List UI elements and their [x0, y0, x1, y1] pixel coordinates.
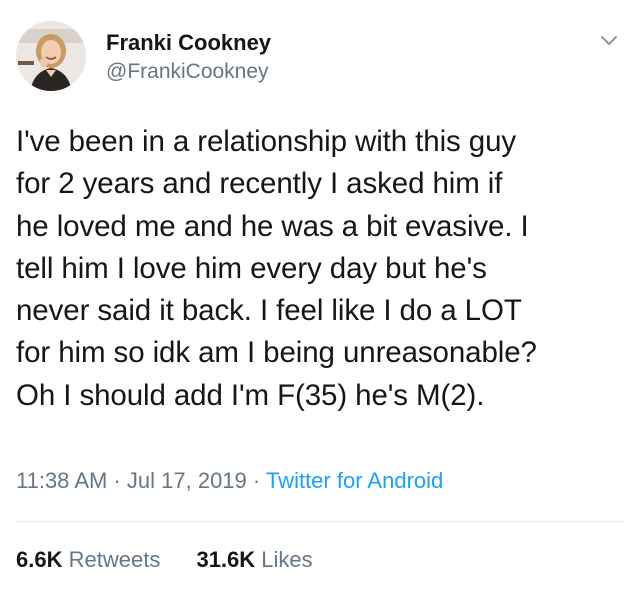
chevron-down-icon [601, 36, 617, 45]
avatar[interactable] [16, 21, 86, 91]
tweet-stats: 6.6K Retweets 31.6K Likes [16, 546, 313, 574]
likes-stat[interactable]: 31.6K Likes [196, 546, 312, 574]
likes-count: 31.6K [196, 547, 256, 572]
tweet-meta: 11:38 AM · Jul 17, 2019 · Twitter for An… [16, 467, 443, 495]
tweet-source-link[interactable]: Twitter for Android [266, 468, 443, 493]
tweet-menu-button[interactable] [594, 26, 624, 56]
meta-separator: · [113, 468, 121, 493]
likes-label: Likes [261, 547, 313, 572]
tweet-time[interactable]: 11:38 AM [16, 468, 107, 493]
tweet-card: Franki Cookney @FrankiCookney I've been … [0, 0, 640, 598]
retweets-label: Retweets [68, 547, 161, 572]
tweet-date[interactable]: Jul 17, 2019 [127, 468, 247, 493]
author-handle[interactable]: @FrankiCookney [106, 59, 269, 85]
tweet-text: I've been in a relationship with this gu… [16, 125, 537, 412]
retweets-count: 6.6K [16, 547, 63, 572]
author-display-name[interactable]: Franki Cookney [106, 29, 271, 57]
profile-photo-icon [16, 21, 86, 91]
retweets-stat[interactable]: 6.6K Retweets [16, 546, 160, 574]
meta-separator: · [252, 468, 261, 493]
divider [16, 521, 624, 522]
